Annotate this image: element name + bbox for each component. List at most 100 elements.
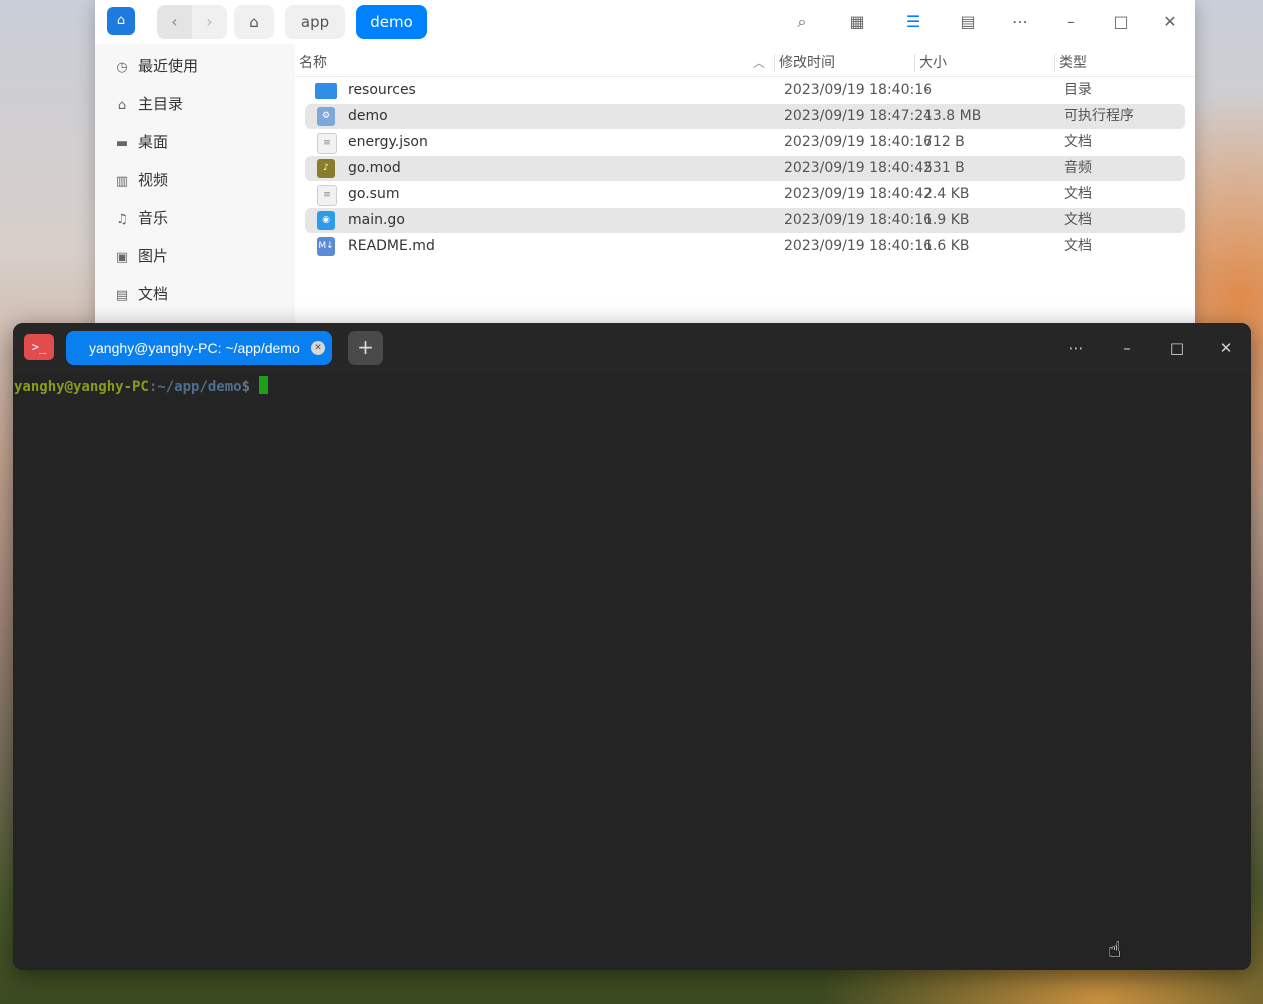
sidebar-item-pictures[interactable]: ▣ 图片 — [111, 243, 168, 269]
column-header-type[interactable]: 类型 — [1059, 50, 1087, 76]
file-manager-logo-icon: ⌂ — [107, 7, 135, 35]
file-name: resources — [348, 82, 416, 98]
sidebar-item-desktop[interactable]: ▬ 桌面 — [111, 129, 168, 155]
file-size: 531 B — [924, 160, 965, 176]
home-icon: ⌂ — [117, 98, 127, 113]
file-size: 13.8 MB — [924, 108, 982, 124]
file-type: 目录 — [1064, 82, 1092, 98]
file-modified: 2023/09/19 18:40:16 — [784, 238, 933, 254]
nav-button-group: ‹ › — [157, 5, 227, 39]
sidebar-item-videos[interactable]: ▥ 视频 — [111, 167, 168, 193]
sidebar-item-label: 文档 — [138, 285, 169, 303]
file-name: go.sum — [348, 186, 400, 202]
file-row[interactable]: ♪ go.mod 2023/09/19 18:40:42 531 B 音频 — [305, 156, 1185, 181]
sidebar: ◷ 最近使用 ⌂ 主目录 ▬ 桌面 ▥ 视频 ♫ 音乐 ▣ 图片 ▤ 文档 — [95, 44, 295, 330]
header-divider — [295, 76, 1195, 77]
file-type: 文档 — [1064, 134, 1092, 150]
desktop-icon: ▬ — [115, 136, 129, 151]
maximize-icon[interactable]: □ — [1108, 10, 1134, 34]
more-icon[interactable]: ⋯ — [1063, 336, 1089, 360]
breadcrumb-demo[interactable]: demo — [356, 5, 427, 39]
sidebar-item-label: 最近使用 — [138, 57, 199, 75]
video-icon: ▥ — [115, 174, 129, 189]
file-name: README.md — [348, 238, 435, 254]
file-row[interactable]: ≡ go.sum 2023/09/19 18:40:42 2.4 KB 文档 — [305, 182, 1185, 207]
terminal-titlebar: >_ yanghy@yanghy-PC: ~/app/demo ✕ + ⋯ – … — [13, 323, 1251, 373]
sidebar-item-home[interactable]: ⌂ 主目录 — [111, 91, 183, 117]
minimize-icon[interactable]: – — [1114, 336, 1140, 360]
prompt-path: ~/app/demo — [157, 379, 242, 395]
clock-icon: ◷ — [116, 60, 128, 75]
file-modified: 2023/09/19 18:40:16 — [784, 134, 933, 150]
file-modified: 2023/09/19 18:40:42 — [784, 186, 933, 202]
picture-icon: ▣ — [115, 250, 129, 265]
list-view-icon[interactable]: ☰ — [900, 10, 926, 34]
file-modified: 2023/09/19 18:40:42 — [784, 160, 933, 176]
document-icon: ▤ — [115, 288, 129, 303]
prompt-user: yanghy@yanghy-PC — [14, 379, 149, 395]
prompt-symbol: $ — [241, 379, 251, 395]
detail-view-icon[interactable]: ▤ — [955, 10, 981, 34]
close-icon[interactable]: ✕ — [1213, 336, 1239, 360]
column-divider[interactable] — [914, 54, 915, 72]
add-tab-button[interactable]: + — [348, 331, 383, 365]
file-row[interactable]: ≡ energy.json 2023/09/19 18:40:16 712 B … — [305, 130, 1185, 155]
file-row[interactable]: ⚙ demo 2023/09/19 18:47:24 13.8 MB 可执行程序 — [305, 104, 1185, 129]
terminal-window: >_ yanghy@yanghy-PC: ~/app/demo ✕ + ⋯ – … — [13, 323, 1251, 970]
terminal-prompt: yanghy@yanghy-PC:~/app/demo$ — [14, 376, 269, 396]
text-file-icon: ≡ — [317, 133, 337, 154]
terminal-body[interactable]: yanghy@yanghy-PC:~/app/demo$ — [13, 373, 1251, 970]
file-manager-titlebar: ⌂ ‹ › ⌂ app demo ⌕ ▦ ☰ ▤ ⋯ – □ ✕ — [95, 0, 1195, 44]
column-header-name[interactable]: 名称 — [299, 50, 327, 76]
terminal-tab[interactable]: yanghy@yanghy-PC: ~/app/demo ✕ — [66, 331, 332, 365]
file-size: 1.6 KB — [924, 238, 970, 254]
sidebar-item-label: 音乐 — [138, 209, 169, 227]
maximize-icon[interactable]: □ — [1164, 336, 1190, 360]
executable-icon: ⚙ — [317, 107, 335, 126]
text-cursor — [259, 376, 269, 394]
file-type: 可执行程序 — [1064, 108, 1134, 124]
file-name: demo — [348, 108, 388, 124]
back-arrow-icon[interactable]: ‹ — [157, 5, 192, 39]
file-name: main.go — [348, 212, 405, 228]
file-size: 2.4 KB — [924, 186, 970, 202]
sidebar-item-recent[interactable]: ◷ 最近使用 — [111, 53, 198, 79]
column-divider[interactable] — [1054, 54, 1055, 72]
column-header-size[interactable]: 大小 — [919, 50, 947, 76]
column-header-modified[interactable]: 修改时间 — [779, 50, 835, 76]
breadcrumb-app[interactable]: app — [285, 5, 345, 39]
column-divider[interactable] — [774, 54, 775, 72]
search-icon[interactable]: ⌕ — [789, 10, 815, 34]
tab-close-icon[interactable]: ✕ — [311, 341, 325, 355]
file-row[interactable]: M↓ README.md 2023/09/19 18:40:16 1.6 KB … — [305, 234, 1185, 259]
more-icon[interactable]: ⋯ — [1007, 10, 1033, 34]
file-name: energy.json — [348, 134, 428, 150]
icon-view-icon[interactable]: ▦ — [844, 10, 870, 34]
sidebar-item-documents[interactable]: ▤ 文档 — [111, 281, 168, 307]
file-size: - — [924, 82, 930, 98]
sidebar-item-label: 图片 — [138, 247, 169, 265]
sidebar-item-label: 主目录 — [138, 95, 184, 113]
file-manager-window: ⌂ ‹ › ⌂ app demo ⌕ ▦ ☰ ▤ ⋯ – □ ✕ ◷ 最近使用 ⌂… — [95, 0, 1195, 330]
home-icon[interactable]: ⌂ — [234, 5, 274, 39]
file-list-header: 名称 ︿ 修改时间 大小 类型 — [295, 50, 1195, 76]
audio-file-icon: ♪ — [317, 159, 335, 178]
sort-ascending-icon[interactable]: ︿ — [753, 50, 765, 76]
text-file-icon: ≡ — [317, 185, 337, 206]
file-name: go.mod — [348, 160, 401, 176]
file-type: 文档 — [1064, 212, 1092, 228]
sidebar-item-music[interactable]: ♫ 音乐 — [111, 205, 168, 231]
file-modified: 2023/09/19 18:40:16 — [784, 212, 933, 228]
hand-pointer-icon: ☝ — [1108, 938, 1122, 963]
go-file-icon: ◉ — [317, 211, 335, 230]
music-icon: ♫ — [116, 212, 128, 227]
file-type: 文档 — [1064, 238, 1092, 254]
folder-icon — [315, 83, 337, 99]
forward-arrow-icon[interactable]: › — [192, 5, 227, 39]
sidebar-item-label: 视频 — [138, 171, 169, 189]
terminal-logo-icon: >_ — [24, 334, 54, 360]
close-icon[interactable]: ✕ — [1157, 10, 1183, 34]
minimize-icon[interactable]: – — [1058, 10, 1084, 34]
file-row[interactable]: ◉ main.go 2023/09/19 18:40:16 1.9 KB 文档 — [305, 208, 1185, 233]
file-row[interactable]: resources 2023/09/19 18:40:16 - 目录 — [305, 78, 1185, 103]
